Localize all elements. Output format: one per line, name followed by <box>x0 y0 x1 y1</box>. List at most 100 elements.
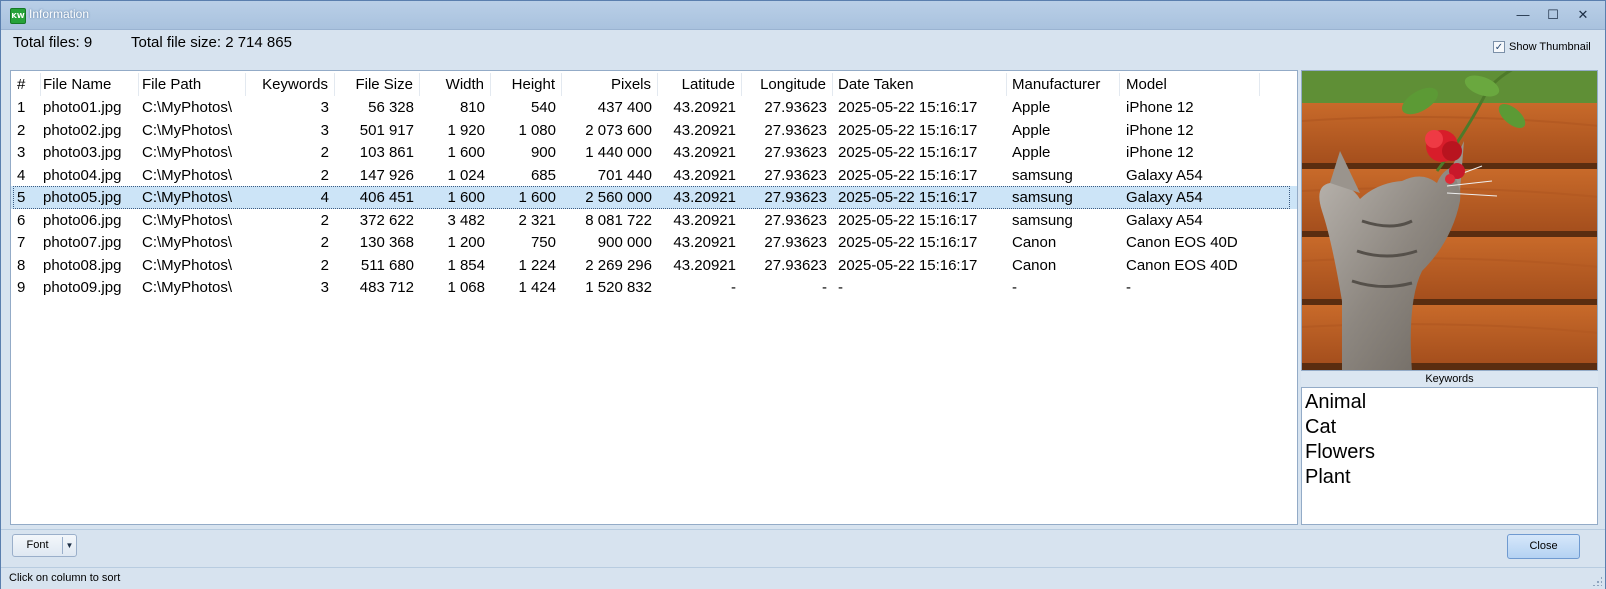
cat-flower-photo <box>1302 71 1597 370</box>
column-header-keywords[interactable]: Keywords <box>245 73 335 96</box>
cell-file-name: photo05.jpg <box>43 189 122 206</box>
cell-model: Galaxy A54 <box>1126 211 1203 229</box>
keyword-item[interactable]: Animal <box>1305 390 1594 415</box>
cell-keywords: 3 <box>320 279 329 296</box>
cell-file-name: photo07.jpg <box>43 234 122 251</box>
cell-width: 810 <box>459 99 485 116</box>
cell-model: Galaxy A54 <box>1126 166 1203 184</box>
cell-height: 540 <box>530 99 556 116</box>
cell-manufacturer: Canon <box>1012 256 1057 274</box>
keyword-item[interactable]: Flowers <box>1305 440 1594 465</box>
cell-longitude: - <box>822 279 827 296</box>
table-row[interactable]: 9 photo09.jpg C:\MyPhotos\ 3 483 712 1 068 1 4… <box>11 276 1297 299</box>
cell-height: 1 424 <box>518 279 556 296</box>
cell-manufacturer: samsung <box>1012 166 1073 184</box>
table-row[interactable]: 5 photo05.jpg C:\MyPhotos\ 4 406 451 1 600 1 6… <box>11 186 1297 209</box>
cell-manufacturer: - <box>1012 279 1017 296</box>
cell-keywords: 2 <box>320 211 329 229</box>
column-header-file-path[interactable]: File Path <box>136 73 246 96</box>
app-icon: KW <box>10 8 26 24</box>
title-bar[interactable]: KW Information — ☐ ✕ <box>1 1 1605 30</box>
close-button[interactable]: Close <box>1507 534 1580 559</box>
cell-pixels: 8 081 722 <box>585 211 652 229</box>
cell-height: 1 080 <box>518 121 556 139</box>
total-size-label: Total file size: 2 714 865 <box>131 34 292 51</box>
table-row[interactable]: 7 photo07.jpg C:\MyPhotos\ 2 130 368 1 200 750… <box>11 231 1297 254</box>
cell-file-size: 483 712 <box>359 279 414 296</box>
column-header-file-name[interactable]: File Name <box>37 73 139 96</box>
font-button[interactable]: Font <box>13 535 62 556</box>
cell-file-size: 501 917 <box>359 121 414 139</box>
checkmark-icon[interactable]: ✓ <box>1493 41 1505 53</box>
cell-file-size: 56 328 <box>368 99 414 116</box>
column-header-longitude[interactable]: Longitude <box>741 73 833 96</box>
cell-pixels: 701 440 <box>597 166 652 184</box>
font-split-button[interactable]: Font ▼ <box>12 534 77 557</box>
cell-file-path: C:\MyPhotos\ <box>142 144 233 161</box>
cell-manufacturer: Canon <box>1012 234 1057 251</box>
column-header-file-size[interactable]: File Size <box>334 73 420 96</box>
table-row[interactable]: 1 photo01.jpg C:\MyPhotos\ 3 56 328 810 540 437… <box>11 96 1297 119</box>
cell-latitude: - <box>731 279 736 296</box>
cell-keywords: 2 <box>320 256 329 274</box>
keywords-list[interactable]: Animal Cat Flowers Plant <box>1301 387 1598 525</box>
minimize-icon[interactable]: — <box>1512 5 1534 25</box>
cell-manufacturer: Apple <box>1012 99 1051 116</box>
cell-width: 1 600 <box>447 144 485 161</box>
close-icon[interactable]: ✕ <box>1572 5 1594 25</box>
resize-grip-icon[interactable] <box>1592 576 1602 586</box>
show-thumbnail-label: Show Thumbnail <box>1509 41 1591 53</box>
column-header-manufacturer[interactable]: Manufacturer <box>1006 73 1120 96</box>
dropdown-arrow-icon[interactable]: ▼ <box>63 535 76 556</box>
cell-file-size: 372 622 <box>359 211 414 229</box>
cell-latitude: 43.20921 <box>673 189 736 206</box>
cell-height: 2 321 <box>518 211 556 229</box>
column-header-width[interactable]: Width <box>419 73 491 96</box>
cell-width: 1 600 <box>447 189 485 206</box>
keyword-item[interactable]: Cat <box>1305 415 1594 440</box>
cell-pixels: 1 440 000 <box>585 144 652 161</box>
table-row[interactable]: 4 photo04.jpg C:\MyPhotos\ 2 147 926 1 024 685… <box>11 164 1297 187</box>
column-header-model[interactable]: Model <box>1120 73 1260 96</box>
cell-file-size: 406 451 <box>359 189 414 206</box>
information-window: KW Information — ☐ ✕ Total files: 9 Tota… <box>0 0 1606 589</box>
column-header-latitude[interactable]: Latitude <box>657 73 742 96</box>
cell-file-path: C:\MyPhotos\ <box>142 189 233 206</box>
cell-file-path: C:\MyPhotos\ <box>142 166 233 184</box>
cell-longitude: 27.93623 <box>764 144 827 161</box>
cell-file-path: C:\MyPhotos\ <box>142 121 233 139</box>
table-row[interactable]: 6 photo06.jpg C:\MyPhotos\ 2 372 622 3 482 2 3… <box>11 209 1297 232</box>
cell-width: 3 482 <box>447 211 485 229</box>
cell-height: 1 600 <box>518 189 556 206</box>
maximize-icon[interactable]: ☐ <box>1542 5 1564 25</box>
cell-file-path: C:\MyPhotos\ <box>142 279 233 296</box>
cell-pixels: 1 520 832 <box>585 279 652 296</box>
keywords-header: Keywords <box>1425 373 1474 385</box>
status-bar: Click on column to sort <box>1 567 1605 589</box>
cell-longitude: 27.93623 <box>764 166 827 184</box>
column-header-height[interactable]: Height <box>490 73 562 96</box>
cell-longitude: 27.93623 <box>764 211 827 229</box>
cell-model: iPhone 12 <box>1126 121 1194 139</box>
cell-date-taken: 2025-05-22 15:16:17 <box>838 99 978 116</box>
file-info-table[interactable]: # File Name File Path Keywords File Size Widt… <box>10 70 1298 525</box>
cell-date-taken: 2025-05-22 15:16:17 <box>838 211 978 229</box>
cell-manufacturer: Apple <box>1012 121 1051 139</box>
button-bar: Font ▼ Close <box>1 529 1605 568</box>
table-row[interactable]: 8 photo08.jpg C:\MyPhotos\ 2 511 680 1 854 1 2… <box>11 254 1297 277</box>
cell-file-name: photo02.jpg <box>43 121 122 139</box>
cell-manufacturer: Apple <box>1012 144 1051 161</box>
cell-latitude: 43.20921 <box>673 99 736 116</box>
table-row[interactable]: 2 photo02.jpg C:\MyPhotos\ 3 501 917 1 920 1 0… <box>11 119 1297 142</box>
keyword-item[interactable]: Plant <box>1305 465 1594 490</box>
total-files-label: Total files: 9 <box>13 34 93 51</box>
cell-model: iPhone 12 <box>1126 99 1194 116</box>
cell-file-name: photo09.jpg <box>43 279 122 296</box>
table-row[interactable]: 3 photo03.jpg C:\MyPhotos\ 2 103 861 1 600 900… <box>11 141 1297 164</box>
column-header-pixels[interactable]: Pixels <box>561 73 658 96</box>
cell-model: Canon EOS 40D <box>1126 256 1238 274</box>
cell-width: 1 854 <box>447 256 485 274</box>
cell-pixels: 2 073 600 <box>585 121 652 139</box>
window-title: Information <box>29 7 90 21</box>
column-header-date-taken[interactable]: Date Taken <box>832 73 1007 96</box>
